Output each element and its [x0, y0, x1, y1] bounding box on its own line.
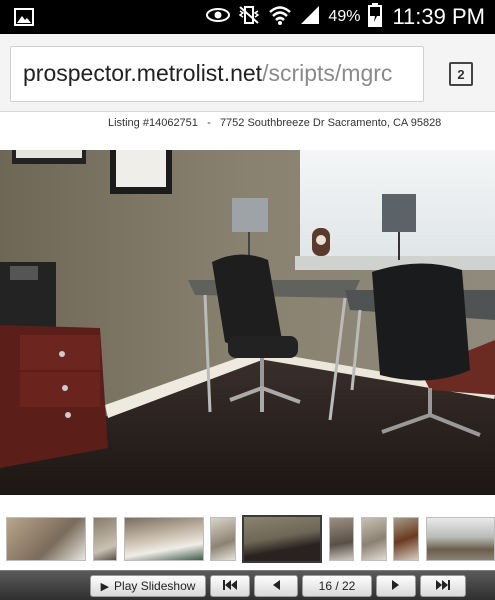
- previous-photo-button[interactable]: [254, 575, 298, 597]
- thumbnail-9[interactable]: [426, 517, 495, 561]
- status-bar: 49% 11:39 PM: [0, 0, 495, 34]
- url-path: /scripts/mgrc: [262, 60, 393, 86]
- eye-icon: [206, 7, 231, 28]
- play-icon: ▶: [100, 580, 110, 593]
- battery-percent: 49%: [328, 8, 361, 25]
- thumbnail-4[interactable]: [210, 517, 236, 561]
- skip-to-first-icon: [222, 579, 238, 594]
- next-icon: [391, 579, 401, 594]
- battery-charging-icon: [368, 2, 383, 32]
- listing-header: Listing #14062751 - 7752 Southbreeze Dr …: [0, 112, 495, 150]
- listing-number: Listing #14062751: [108, 117, 198, 129]
- address-bar[interactable]: prospector.metrolist.net/scripts/mgrc: [10, 46, 424, 102]
- listing-photo[interactable]: [0, 150, 495, 495]
- thumbnail-6[interactable]: [329, 517, 354, 561]
- wifi-icon: [268, 5, 292, 30]
- play-slideshow-button[interactable]: ▶ Play Slideshow: [90, 575, 206, 597]
- browser-page: 49% 11:39 PM prospector.metrolist.net/sc…: [0, 0, 495, 600]
- clock: 11:39 PM: [392, 4, 485, 29]
- vibrate-icon: [238, 5, 260, 30]
- last-photo-button[interactable]: [420, 575, 466, 597]
- photo-counter: 16 / 22: [302, 575, 372, 597]
- thumbnail-5-active[interactable]: [242, 515, 322, 563]
- browser-toolbar: prospector.metrolist.net/scripts/mgrc 2: [0, 34, 495, 112]
- play-slideshow-label: Play Slideshow: [114, 579, 196, 593]
- image-notification-icon: [14, 8, 34, 26]
- listing-separator: -: [207, 117, 211, 129]
- thumbnail-7[interactable]: [361, 517, 387, 561]
- tab-switcher-button[interactable]: 2: [449, 62, 473, 86]
- previous-icon: [271, 579, 281, 594]
- next-photo-button[interactable]: [376, 575, 416, 597]
- slideshow-controls: ▶ Play Slideshow 16 / 22: [0, 570, 495, 600]
- first-photo-button[interactable]: [210, 575, 250, 597]
- thumbnail-2[interactable]: [93, 517, 117, 561]
- listing-info: Listing #14062751 - 7752 Southbreeze Dr …: [108, 117, 441, 129]
- status-icons: 49% 11:39 PM: [206, 0, 485, 34]
- thumbnail-1[interactable]: [6, 517, 86, 561]
- thumbnail-strip: [0, 508, 495, 565]
- thumbnail-3[interactable]: [124, 517, 204, 561]
- thumbnail-8[interactable]: [393, 517, 419, 561]
- url-host: prospector.metrolist.net: [23, 60, 263, 86]
- listing-address: 7752 Southbreeze Dr Sacramento, CA 95828: [219, 117, 442, 129]
- url-text: prospector.metrolist.net/scripts/mgrc: [23, 60, 392, 87]
- signal-icon: [300, 5, 320, 30]
- skip-to-last-icon: [435, 579, 451, 594]
